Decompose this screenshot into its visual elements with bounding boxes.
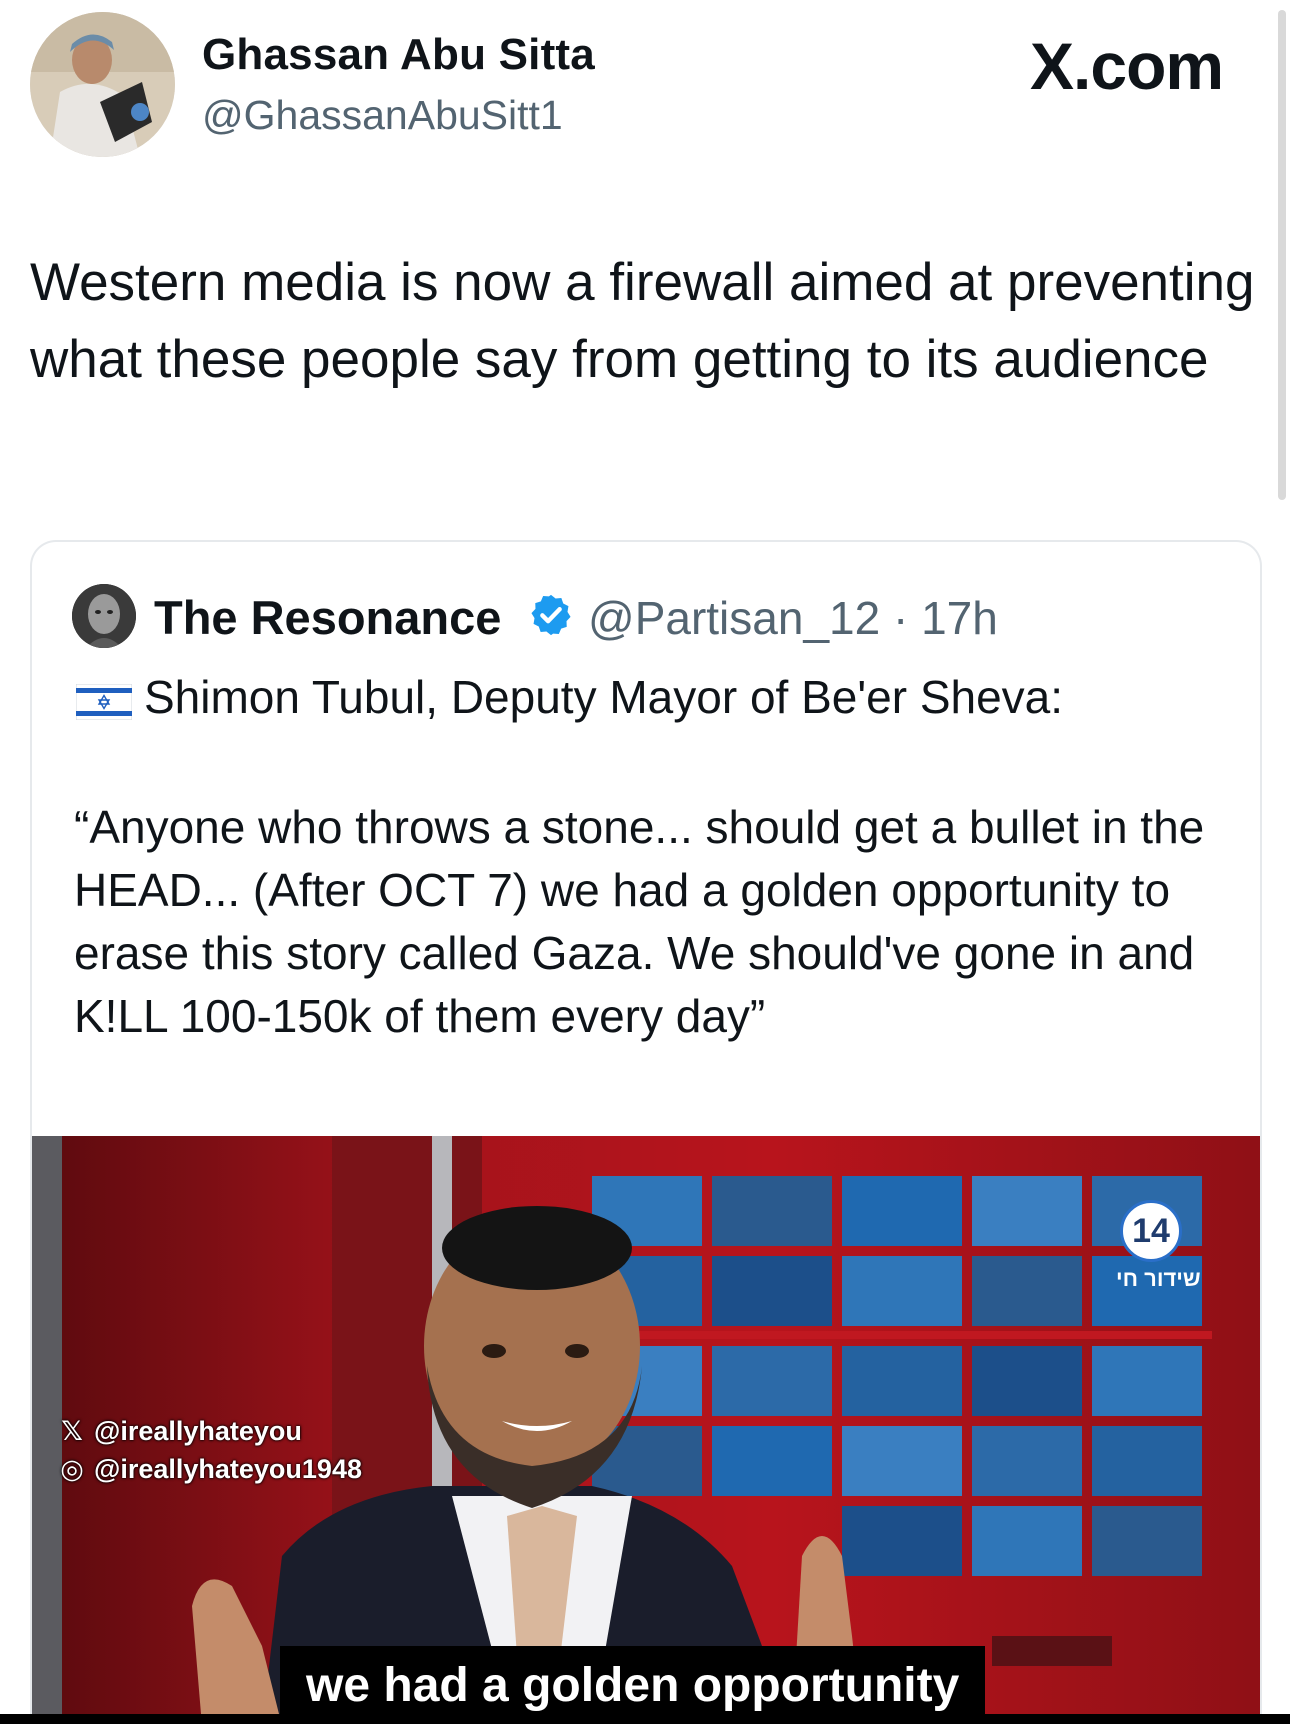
- channel-logo: 14: [1120, 1200, 1182, 1262]
- watermark-instagram-handle: @ireallyhateyou1948: [94, 1454, 362, 1484]
- video-subtitle: we had a golden opportunity: [280, 1646, 986, 1724]
- author-name[interactable]: Ghassan Abu Sitta: [202, 30, 595, 80]
- israel-flag-icon: [76, 684, 132, 720]
- quoted-tweet-card[interactable]: The Resonance @Partisan_12 · 17h Shimon …: [30, 540, 1262, 1724]
- channel-live-label: שידור חי: [1116, 1266, 1201, 1291]
- watermark-instagram: ◎ @ireallyhateyou1948: [58, 1454, 362, 1485]
- quoted-author-name[interactable]: The Resonance: [154, 590, 501, 645]
- x-com-logo: X.com: [1030, 29, 1224, 103]
- watermark-x-handle: @ireallyhateyou: [94, 1416, 302, 1446]
- verified-badge-icon: [531, 594, 571, 636]
- instagram-icon: ◎: [60, 1454, 84, 1484]
- scrollbar[interactable]: [1278, 10, 1286, 500]
- x-logo-icon: 𝕏: [61, 1416, 83, 1446]
- quoted-intro-line: Shimon Tubul, Deputy Mayor of Be'er Shev…: [144, 671, 1064, 723]
- video-player[interactable]: 𝕏 @ireallyhateyou ◎ @ireallyhateyou1948 14…: [32, 1136, 1260, 1724]
- quoted-handle-time[interactable]: @Partisan_12 · 17h: [588, 591, 998, 645]
- quoted-tweet-text: “Anyone who throws a stone... should get…: [74, 801, 1205, 1042]
- author-handle[interactable]: @GhassanAbuSitt1: [202, 92, 563, 139]
- author-avatar[interactable]: [30, 12, 175, 157]
- watermark-x: 𝕏 @ireallyhateyou: [58, 1416, 302, 1447]
- bottom-edge-bar: [0, 1714, 1290, 1724]
- quoted-author-avatar[interactable]: [72, 584, 136, 648]
- tweet-text: Western media is now a firewall aimed at…: [30, 253, 1255, 389]
